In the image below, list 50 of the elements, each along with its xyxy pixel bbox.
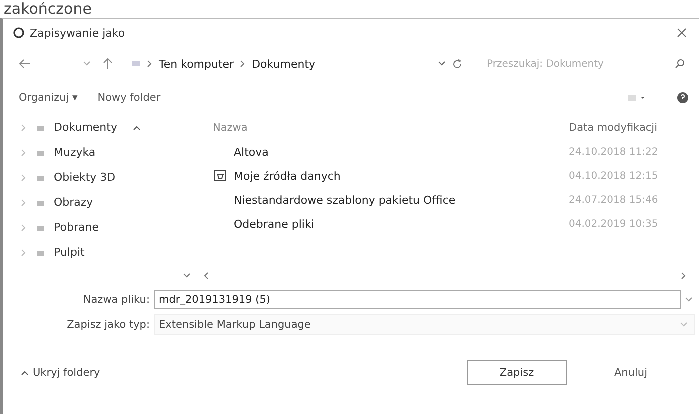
expand-chevron-icon xyxy=(21,248,27,256)
file-row[interactable]: Odebrane pliki 04.02.2019 10:35 xyxy=(128,212,679,236)
hide-folders-button[interactable]: Ukryj foldery xyxy=(15,366,106,380)
dropdown-caret-icon xyxy=(83,61,91,67)
file-row[interactable]: Moje źródła danych 04.10.2018 12:15 xyxy=(128,164,679,188)
sort-caret-icon xyxy=(133,124,141,130)
file-type-dropdown[interactable]: Extensible Markup Language xyxy=(154,314,695,335)
expand-chevron-icon xyxy=(21,224,27,232)
sidebar-item[interactable]: Muzyka xyxy=(3,140,128,165)
search-icon xyxy=(675,59,685,69)
sidebar-item[interactable]: Obiekty 3D xyxy=(3,165,128,190)
chevron-icon xyxy=(240,60,246,68)
breadcrumb-item[interactable]: Dokumenty xyxy=(252,58,316,70)
expand-chevron-icon xyxy=(21,124,27,132)
dropdown-caret-icon xyxy=(685,296,693,302)
field-label: Zapisz jako typ: xyxy=(66,318,151,330)
column-header[interactable]: Data modyfikacji xyxy=(569,122,679,134)
file-row[interactable]: Altova 24.10.2018 11:22 xyxy=(128,140,679,164)
expand-chevron-icon xyxy=(21,198,27,206)
close-icon xyxy=(677,28,687,38)
field-label: Nazwa pliku: xyxy=(82,294,151,306)
caret-up-icon xyxy=(21,370,29,376)
database-icon xyxy=(214,170,226,182)
up-arrow-icon xyxy=(103,58,113,70)
save-button[interactable]: Zapisz xyxy=(467,360,567,385)
expand-chevron-icon xyxy=(21,174,27,182)
sidebar-item[interactable]: Pobrane xyxy=(3,215,128,240)
organize-button[interactable]: Organizuj ▾ xyxy=(17,90,80,106)
new-folder-button[interactable]: Nowy folder xyxy=(96,90,163,106)
refresh-icon xyxy=(452,58,463,70)
sidebar-item[interactable]: Pulpit xyxy=(3,240,128,265)
app-icon xyxy=(13,27,25,39)
scroll-down-icon xyxy=(183,273,191,279)
address-bar[interactable]: Ten komputer Dokumenty xyxy=(125,53,469,75)
column-header[interactable]: Nazwa xyxy=(213,122,569,134)
caption-text: zakończone xyxy=(3,0,92,18)
dropdown-caret-icon xyxy=(438,61,446,67)
breadcrumb-item[interactable]: Ten komputer xyxy=(159,58,234,70)
sidebar-item[interactable]: Dokumenty xyxy=(3,115,128,140)
window-title: Zapisywanie jako xyxy=(30,26,126,40)
file-row[interactable]: Niestandardowe szablony pakietu Office 24.07.2018 15:46 xyxy=(128,188,679,212)
back-arrow-icon xyxy=(19,59,31,69)
expand-chevron-icon xyxy=(21,148,27,156)
help-icon xyxy=(677,92,689,104)
dropdown-caret-icon xyxy=(680,322,688,328)
sidebar-item[interactable]: Obrazy xyxy=(3,190,128,215)
scroll-right-icon xyxy=(681,272,687,280)
chevron-icon xyxy=(147,60,153,68)
filename-field[interactable]: mdr_2019131919 (5) xyxy=(154,290,681,309)
scroll-left-icon xyxy=(203,272,209,280)
